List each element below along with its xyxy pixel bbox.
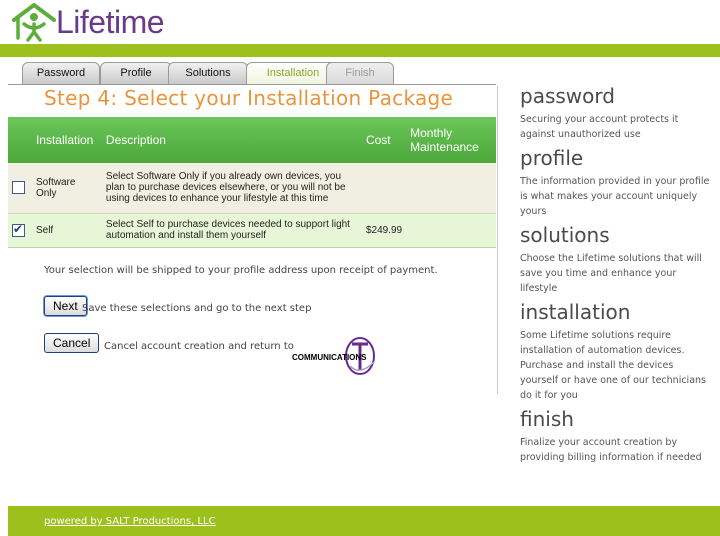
tab-finish: Finish <box>326 62 394 84</box>
installation-cell: Self <box>31 213 102 248</box>
cancel-button[interactable]: Cancel <box>44 333 100 353</box>
software-only-checkbox[interactable] <box>12 181 25 195</box>
page-title: Step 4: Select your Installation Package <box>44 86 454 110</box>
description-cell: Select Self to purchase devices needed t… <box>101 213 362 248</box>
sidebar-heading: password <box>520 84 615 108</box>
brand-name: Lifetime <box>56 4 165 40</box>
sidebar-heading: profile <box>520 146 584 170</box>
tab-solutions[interactable]: Solutions <box>168 62 248 84</box>
tabs-divider <box>8 84 496 85</box>
maintenance-header-line1: Monthly <box>410 126 453 140</box>
table-header-maintenance: Monthly Maintenance <box>406 117 496 163</box>
next-description: Save these selections and go to the next… <box>82 303 312 314</box>
cost-cell: $249.99 <box>361 213 407 248</box>
table-header-select <box>8 117 32 163</box>
tab-password[interactable]: Password <box>22 62 100 84</box>
wizard-tabs: Password Profile Solutions Installation … <box>8 62 496 85</box>
sidebar-section-profile: profile The information provided in your… <box>520 146 710 219</box>
installation-type-line2: Only <box>35 187 57 199</box>
sidebar-heading: finish <box>520 407 574 431</box>
description-cell: Select Software Only if you already own … <box>101 163 362 214</box>
next-button[interactable]: Next <box>44 296 87 316</box>
footer-bar: powered by SALT Productions, LLC <box>8 506 720 536</box>
installation-package-table: Installation Description Cost Monthly Ma… <box>8 117 496 248</box>
installation-cell: Software Only <box>31 163 102 214</box>
header-bar <box>0 44 720 57</box>
table-row[interactable]: Self Select Self to purchase devices nee… <box>8 213 496 248</box>
maintenance-cell <box>406 213 496 248</box>
table-header-installation: Installation <box>31 117 102 163</box>
sidebar-heading: solutions <box>520 223 610 247</box>
sidebar-section-installation: installation Some Lifetime solutions req… <box>520 300 710 403</box>
maintenance-cell <box>406 163 496 214</box>
maintenance-header-line2: Maintenance <box>410 140 479 154</box>
self-install-checkbox[interactable] <box>12 222 25 237</box>
sidebar-heading: installation <box>520 300 631 324</box>
sidebar-section-finish: finish Finalize your account creation by… <box>520 407 710 465</box>
cost-cell <box>361 163 407 214</box>
sidebar-text: Some Lifetime solutions require installa… <box>520 330 706 401</box>
table-header-row: Installation Description Cost Monthly Ma… <box>8 117 496 163</box>
shipping-note: Your selection will be shipped to your p… <box>44 265 438 276</box>
select-cell <box>8 163 32 214</box>
tab-profile[interactable]: Profile <box>100 62 172 84</box>
sidebar-text: The information provided in your profile… <box>520 176 710 217</box>
sidebar-divider <box>497 86 498 394</box>
sidebar-text: Finalize your account creation by provid… <box>520 437 702 463</box>
installation-type: Software <box>35 176 76 188</box>
lifetime-house-logo-icon <box>12 3 56 42</box>
table-header-cost: Cost <box>361 117 407 163</box>
sidebar-section-password: password Securing your account protects … <box>520 84 710 142</box>
table-header-description: Description <box>101 117 362 163</box>
communications-logo[interactable]: COMMUNICATIONS <box>290 336 400 376</box>
salt-productions-link[interactable]: powered by SALT Productions, LLC <box>44 516 216 527</box>
partner-logo-text: COMMUNICATIONS <box>292 353 367 362</box>
select-cell <box>8 213 32 248</box>
sidebar-section-solutions: solutions Choose the Lifetime solutions … <box>520 223 710 296</box>
cancel-description: Cancel account creation and return to <box>104 341 294 352</box>
sidebar-text: Securing your account protects it agains… <box>520 114 679 140</box>
table-row[interactable]: Software Only Select Software Only if yo… <box>8 163 496 214</box>
sidebar-text: Choose the Lifetime solutions that will … <box>520 253 702 294</box>
